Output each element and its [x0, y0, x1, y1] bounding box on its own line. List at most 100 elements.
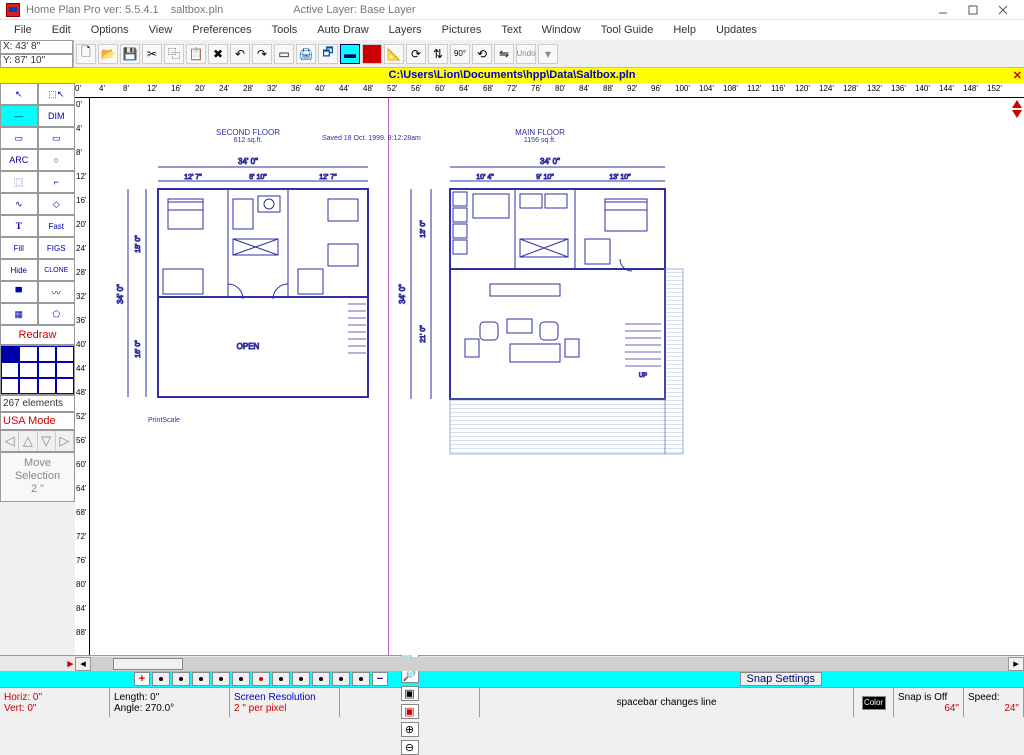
menu-pictures[interactable]: Pictures [432, 22, 492, 38]
bay-tool[interactable]: ⬠ [38, 303, 76, 325]
nudge-left-icon[interactable]: ◁ [1, 431, 19, 451]
save-icon[interactable]: 💾 [120, 44, 140, 64]
refresh-icon[interactable]: ⟳ [406, 44, 426, 64]
scroll-left-icon[interactable]: ▸ [67, 657, 73, 670]
menu-preferences[interactable]: Preferences [182, 22, 261, 38]
status-color[interactable]: Color [854, 688, 894, 717]
measure-icon[interactable]: 📐 [384, 44, 404, 64]
redo-icon[interactable]: ↷ [252, 44, 272, 64]
snap-dot-10[interactable] [352, 672, 370, 686]
scroll-thumb[interactable] [113, 658, 183, 670]
snap-minus-icon[interactable]: − [372, 672, 388, 686]
nudge-right-icon[interactable]: ▷ [56, 431, 74, 451]
menu-view[interactable]: View [139, 22, 183, 38]
minimize-button[interactable] [928, 1, 958, 19]
menu-toolguide[interactable]: Tool Guide [591, 22, 664, 38]
zoom-prev-icon[interactable]: ⊕ [401, 722, 419, 737]
door-tool[interactable]: ⌐ [38, 171, 76, 193]
menu-layers[interactable]: Layers [379, 22, 432, 38]
scroll-down-icon[interactable] [1012, 110, 1022, 118]
status-speed[interactable]: Speed: 24" [964, 688, 1024, 717]
zoom-window-icon[interactable]: ▣ [401, 686, 419, 701]
undo-icon[interactable]: ↶ [230, 44, 250, 64]
nudge-down-icon[interactable]: ▽ [38, 431, 56, 451]
hide-tool[interactable]: Hide [0, 259, 38, 281]
fasttext-tool[interactable]: Fast [38, 215, 76, 237]
move-selection[interactable]: Move Selection 2 " [0, 452, 75, 502]
mini-map[interactable] [0, 345, 75, 395]
curve-tool[interactable]: ∿ [0, 193, 38, 215]
menu-autodraw[interactable]: Auto Draw [307, 22, 378, 38]
wall-tool[interactable]: ⿴ [0, 171, 38, 193]
zoom-all-icon[interactable]: ⊖ [401, 740, 419, 755]
open-icon[interactable]: 📂 [98, 44, 118, 64]
rect-tool[interactable]: ▭ [0, 127, 38, 149]
copy-icon[interactable]: ⿻ [164, 44, 184, 64]
line-tool[interactable]: ― [0, 105, 38, 127]
menu-file[interactable]: File [4, 22, 42, 38]
flip-icon[interactable]: ⇅ [428, 44, 448, 64]
h-scrollbar[interactable]: ▸ ◂ ▸ [0, 655, 1024, 671]
rect2-tool[interactable]: ▭ [38, 127, 76, 149]
snap-dot-3[interactable] [192, 672, 210, 686]
snap-dot-6[interactable] [272, 672, 290, 686]
undo-text-icon[interactable]: Undo [516, 44, 536, 64]
status-snap[interactable]: Snap is Off 64" [894, 688, 964, 717]
new-icon[interactable]: 🗋 [76, 44, 96, 64]
nudge-up-icon[interactable]: △ [19, 431, 37, 451]
menu-help[interactable]: Help [663, 22, 706, 38]
text-tool[interactable]: T [0, 215, 38, 237]
close-button[interactable] [988, 1, 1018, 19]
snap-dot-9[interactable] [332, 672, 350, 686]
menu-tools[interactable]: Tools [262, 22, 308, 38]
snap-dot-7[interactable] [292, 672, 310, 686]
menu-updates[interactable]: Updates [706, 22, 767, 38]
delete-icon[interactable]: ✖ [208, 44, 228, 64]
snap-dot-8[interactable] [312, 672, 330, 686]
pathbar-close-icon[interactable]: ✕ [1013, 69, 1022, 84]
paste-icon[interactable]: 📋 [186, 44, 206, 64]
usa-mode[interactable]: USA Mode [0, 412, 75, 430]
snap-plus-icon[interactable]: + [134, 672, 150, 686]
zoom-extents-icon[interactable]: ▣ [401, 704, 419, 719]
snap-settings-button[interactable]: Snap Settings [740, 672, 823, 686]
preview-icon[interactable]: 🗗 [318, 44, 338, 64]
clone-tool[interactable]: CLONE [38, 259, 76, 281]
figs-tool[interactable]: FIGS [38, 237, 76, 259]
select-tool[interactable]: ⬚↖ [38, 83, 76, 105]
fill-tool[interactable]: Fill [0, 237, 38, 259]
menu-options[interactable]: Options [81, 22, 139, 38]
menu-window[interactable]: Window [532, 22, 591, 38]
rotate90-icon[interactable]: 90° [450, 44, 470, 64]
cut-icon[interactable]: ✂ [142, 44, 162, 64]
select-rect-icon[interactable]: ▭ [274, 44, 294, 64]
print-icon[interactable]: 🖨 [296, 44, 316, 64]
snap-dot-2[interactable] [172, 672, 190, 686]
poly-tool[interactable]: ◇ [38, 193, 76, 215]
arc-tool[interactable]: ARC [0, 149, 38, 171]
snap-dot-5[interactable] [232, 672, 250, 686]
line-style-icon[interactable]: ▬ [340, 44, 360, 64]
scroll-left-button[interactable]: ◂ [75, 657, 91, 671]
snap-dot-red[interactable] [252, 672, 270, 686]
svg-text:21' 0": 21' 0" [420, 325, 427, 343]
mirror-icon[interactable]: ⇋ [494, 44, 514, 64]
menu-text[interactable]: Text [491, 22, 531, 38]
snap-dot-4[interactable] [212, 672, 230, 686]
color-icon[interactable] [362, 44, 382, 64]
menu-edit[interactable]: Edit [42, 22, 81, 38]
pointer-tool[interactable]: ↖ [0, 83, 38, 105]
circle-tool[interactable]: ○ [38, 149, 76, 171]
redraw-button[interactable]: Redraw [0, 325, 75, 345]
more-icon[interactable]: ▾ [538, 44, 558, 64]
scroll-right-button[interactable]: ▸ [1008, 657, 1024, 671]
freehand-tool[interactable]: 〰 [38, 281, 76, 303]
hatch-tool[interactable]: ▦ [0, 303, 38, 325]
snap-dot-1[interactable] [152, 672, 170, 686]
maximize-button[interactable] [958, 1, 988, 19]
rotate-icon[interactable]: ⟲ [472, 44, 492, 64]
scroll-up-icon[interactable] [1012, 100, 1022, 108]
drawing-canvas[interactable]: Saved 18 Oct. 1999. 8:12:28am SECOND FLO… [90, 98, 1024, 655]
dim-tool[interactable]: DIM [38, 105, 76, 127]
stairs-tool[interactable]: ▀ [0, 281, 38, 303]
